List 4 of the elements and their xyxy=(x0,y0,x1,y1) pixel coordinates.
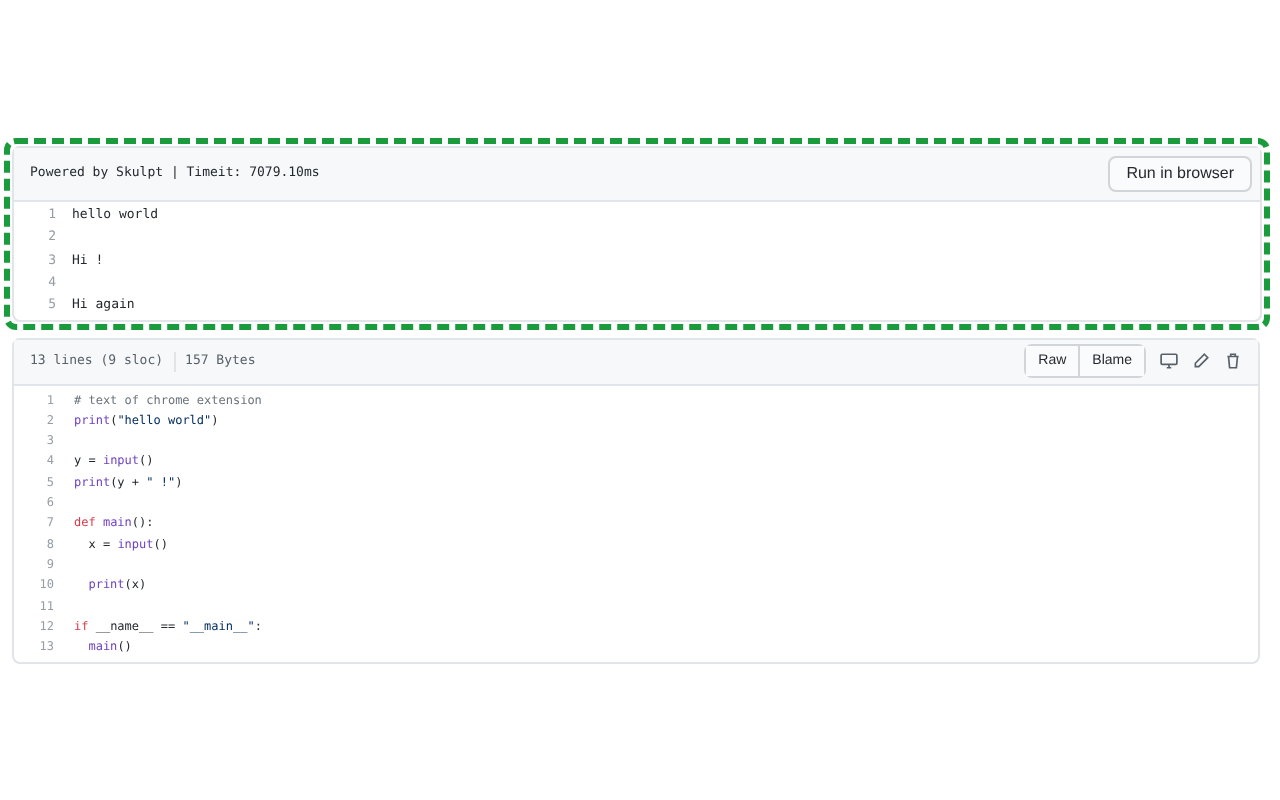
trash-icon[interactable] xyxy=(1224,352,1242,371)
desktop-icon[interactable] xyxy=(1160,352,1178,371)
run-in-browser-button[interactable]: Run in browser xyxy=(1108,156,1252,192)
pencil-icon[interactable] xyxy=(1192,352,1210,371)
